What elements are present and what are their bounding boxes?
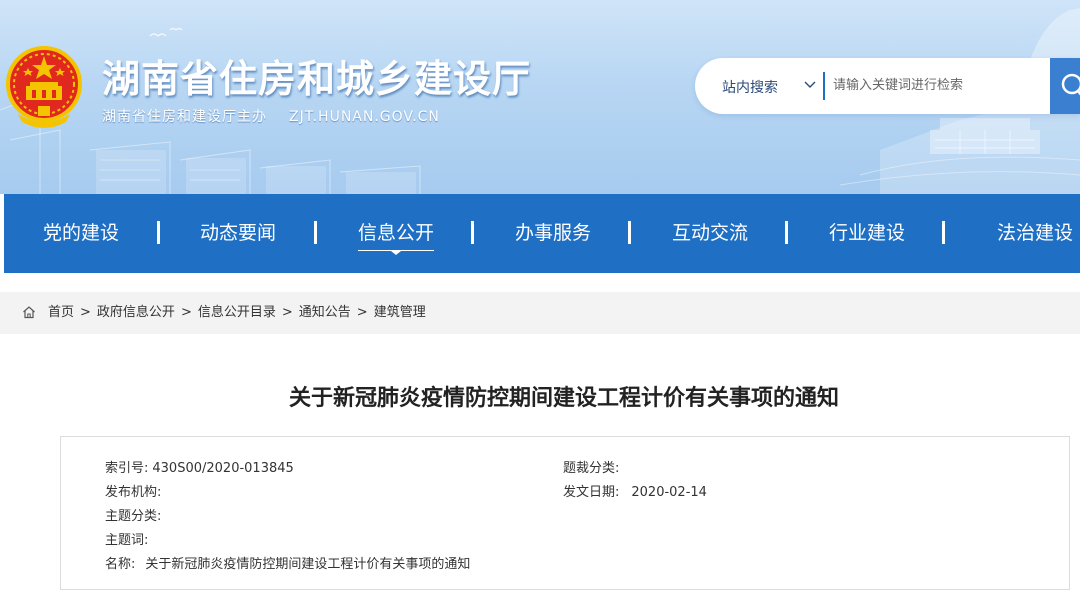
nav-item-party-building[interactable]: 党的建设 [43, 194, 119, 273]
info-topic: 主题分类: [105, 505, 165, 524]
info-genre: 题裁分类: [563, 457, 623, 476]
breadcrumb-separator: > [356, 305, 368, 320]
site-subtitle: 湖南省住房和建设厅主办 ZJT.HUNAN.GOV.CN [102, 106, 462, 126]
breadcrumb: 首页 > 政府信息公开 > 信息公开目录 > 通知公告 > 建筑管理 [22, 292, 426, 334]
breadcrumb-gov-info[interactable]: 政府信息公开 [97, 292, 175, 334]
breadcrumb-catalog[interactable]: 信息公开目录 [198, 292, 276, 334]
header-banner: 湖南省住房和城乡建设厅 湖南省住房和建设厅主办 ZJT.HUNAN.GOV.CN … [0, 0, 1080, 194]
search-box: 站内搜索 [695, 58, 1080, 114]
breadcrumb-bar: 首页 > 政府信息公开 > 信息公开目录 > 通知公告 > 建筑管理 [0, 292, 1080, 334]
breadcrumb-separator: > [180, 305, 192, 320]
breadcrumb-construction[interactable]: 建筑管理 [374, 292, 426, 334]
search-input[interactable] [833, 70, 1043, 100]
search-divider [823, 72, 825, 100]
nav-separator [157, 221, 160, 244]
nav-item-industry[interactable]: 行业建设 [829, 194, 905, 273]
info-index: 索引号: 430S00/2020-013845 [105, 457, 294, 476]
breadcrumb-separator: > [281, 305, 293, 320]
info-index-value: 430S00/2020-013845 [152, 461, 294, 476]
info-name-label: 名称: [105, 557, 136, 572]
info-name: 名称: 关于新冠肺炎疫情防控期间建设工程计价有关事项的通知 [105, 553, 470, 572]
nav-separator [471, 221, 474, 244]
info-keywords-label: 主题词: [105, 533, 149, 548]
info-genre-label: 题裁分类: [563, 461, 620, 476]
document-info-box: 索引号: 430S00/2020-013845 题裁分类: 发布机构: 发文日期:… [60, 436, 1070, 590]
nav-separator [314, 221, 317, 244]
info-issue-date: 发文日期: 2020-02-14 [563, 481, 707, 500]
article-title: 关于新冠肺炎疫情防控期间建设工程计价有关事项的通知 [288, 386, 839, 411]
nav-active-caret [391, 251, 401, 255]
nav-item-interaction[interactable]: 互动交流 [672, 194, 748, 273]
info-issue-date-label: 发文日期: [563, 485, 620, 500]
info-index-label: 索引号: [105, 461, 149, 476]
info-topic-label: 主题分类: [105, 509, 162, 524]
info-publisher: 发布机构: [105, 481, 165, 500]
nav-item-services[interactable]: 办事服务 [515, 194, 591, 273]
chevron-down-icon[interactable] [803, 78, 817, 92]
breadcrumb-home[interactable]: 首页 [48, 292, 74, 334]
nav-separator [628, 221, 631, 244]
home-icon[interactable] [22, 305, 36, 319]
main-nav: 党的建设 动态要闻 信息公开 办事服务 互动交流 行业建设 法治建设 [4, 194, 1080, 273]
nav-separator [942, 221, 945, 244]
nav-item-news[interactable]: 动态要闻 [200, 194, 276, 273]
nav-separator [785, 221, 788, 244]
search-button[interactable] [1050, 58, 1080, 114]
breadcrumb-separator: > [80, 305, 91, 320]
breadcrumb-notices[interactable]: 通知公告 [299, 292, 351, 334]
site-title[interactable]: 湖南省住房和城乡建设厅 [102, 48, 531, 103]
info-name-value: 关于新冠肺炎疫情防控期间建设工程计价有关事项的通知 [145, 557, 471, 572]
info-keywords: 主题词: [105, 529, 152, 548]
national-emblem-icon [6, 46, 82, 128]
search-icon [1061, 73, 1080, 96]
host-text: 湖南省住房和建设厅主办 [102, 109, 267, 125]
info-publisher-label: 发布机构: [105, 485, 162, 500]
nav-item-info-disclosure[interactable]: 信息公开 [358, 194, 434, 273]
domain-text: ZJT.HUNAN.GOV.CN [289, 109, 440, 125]
info-issue-date-value: 2020-02-14 [631, 485, 707, 500]
search-scope-select[interactable]: 站内搜索 [722, 77, 778, 97]
nav-item-rule-of-law[interactable]: 法治建设 [997, 194, 1073, 273]
